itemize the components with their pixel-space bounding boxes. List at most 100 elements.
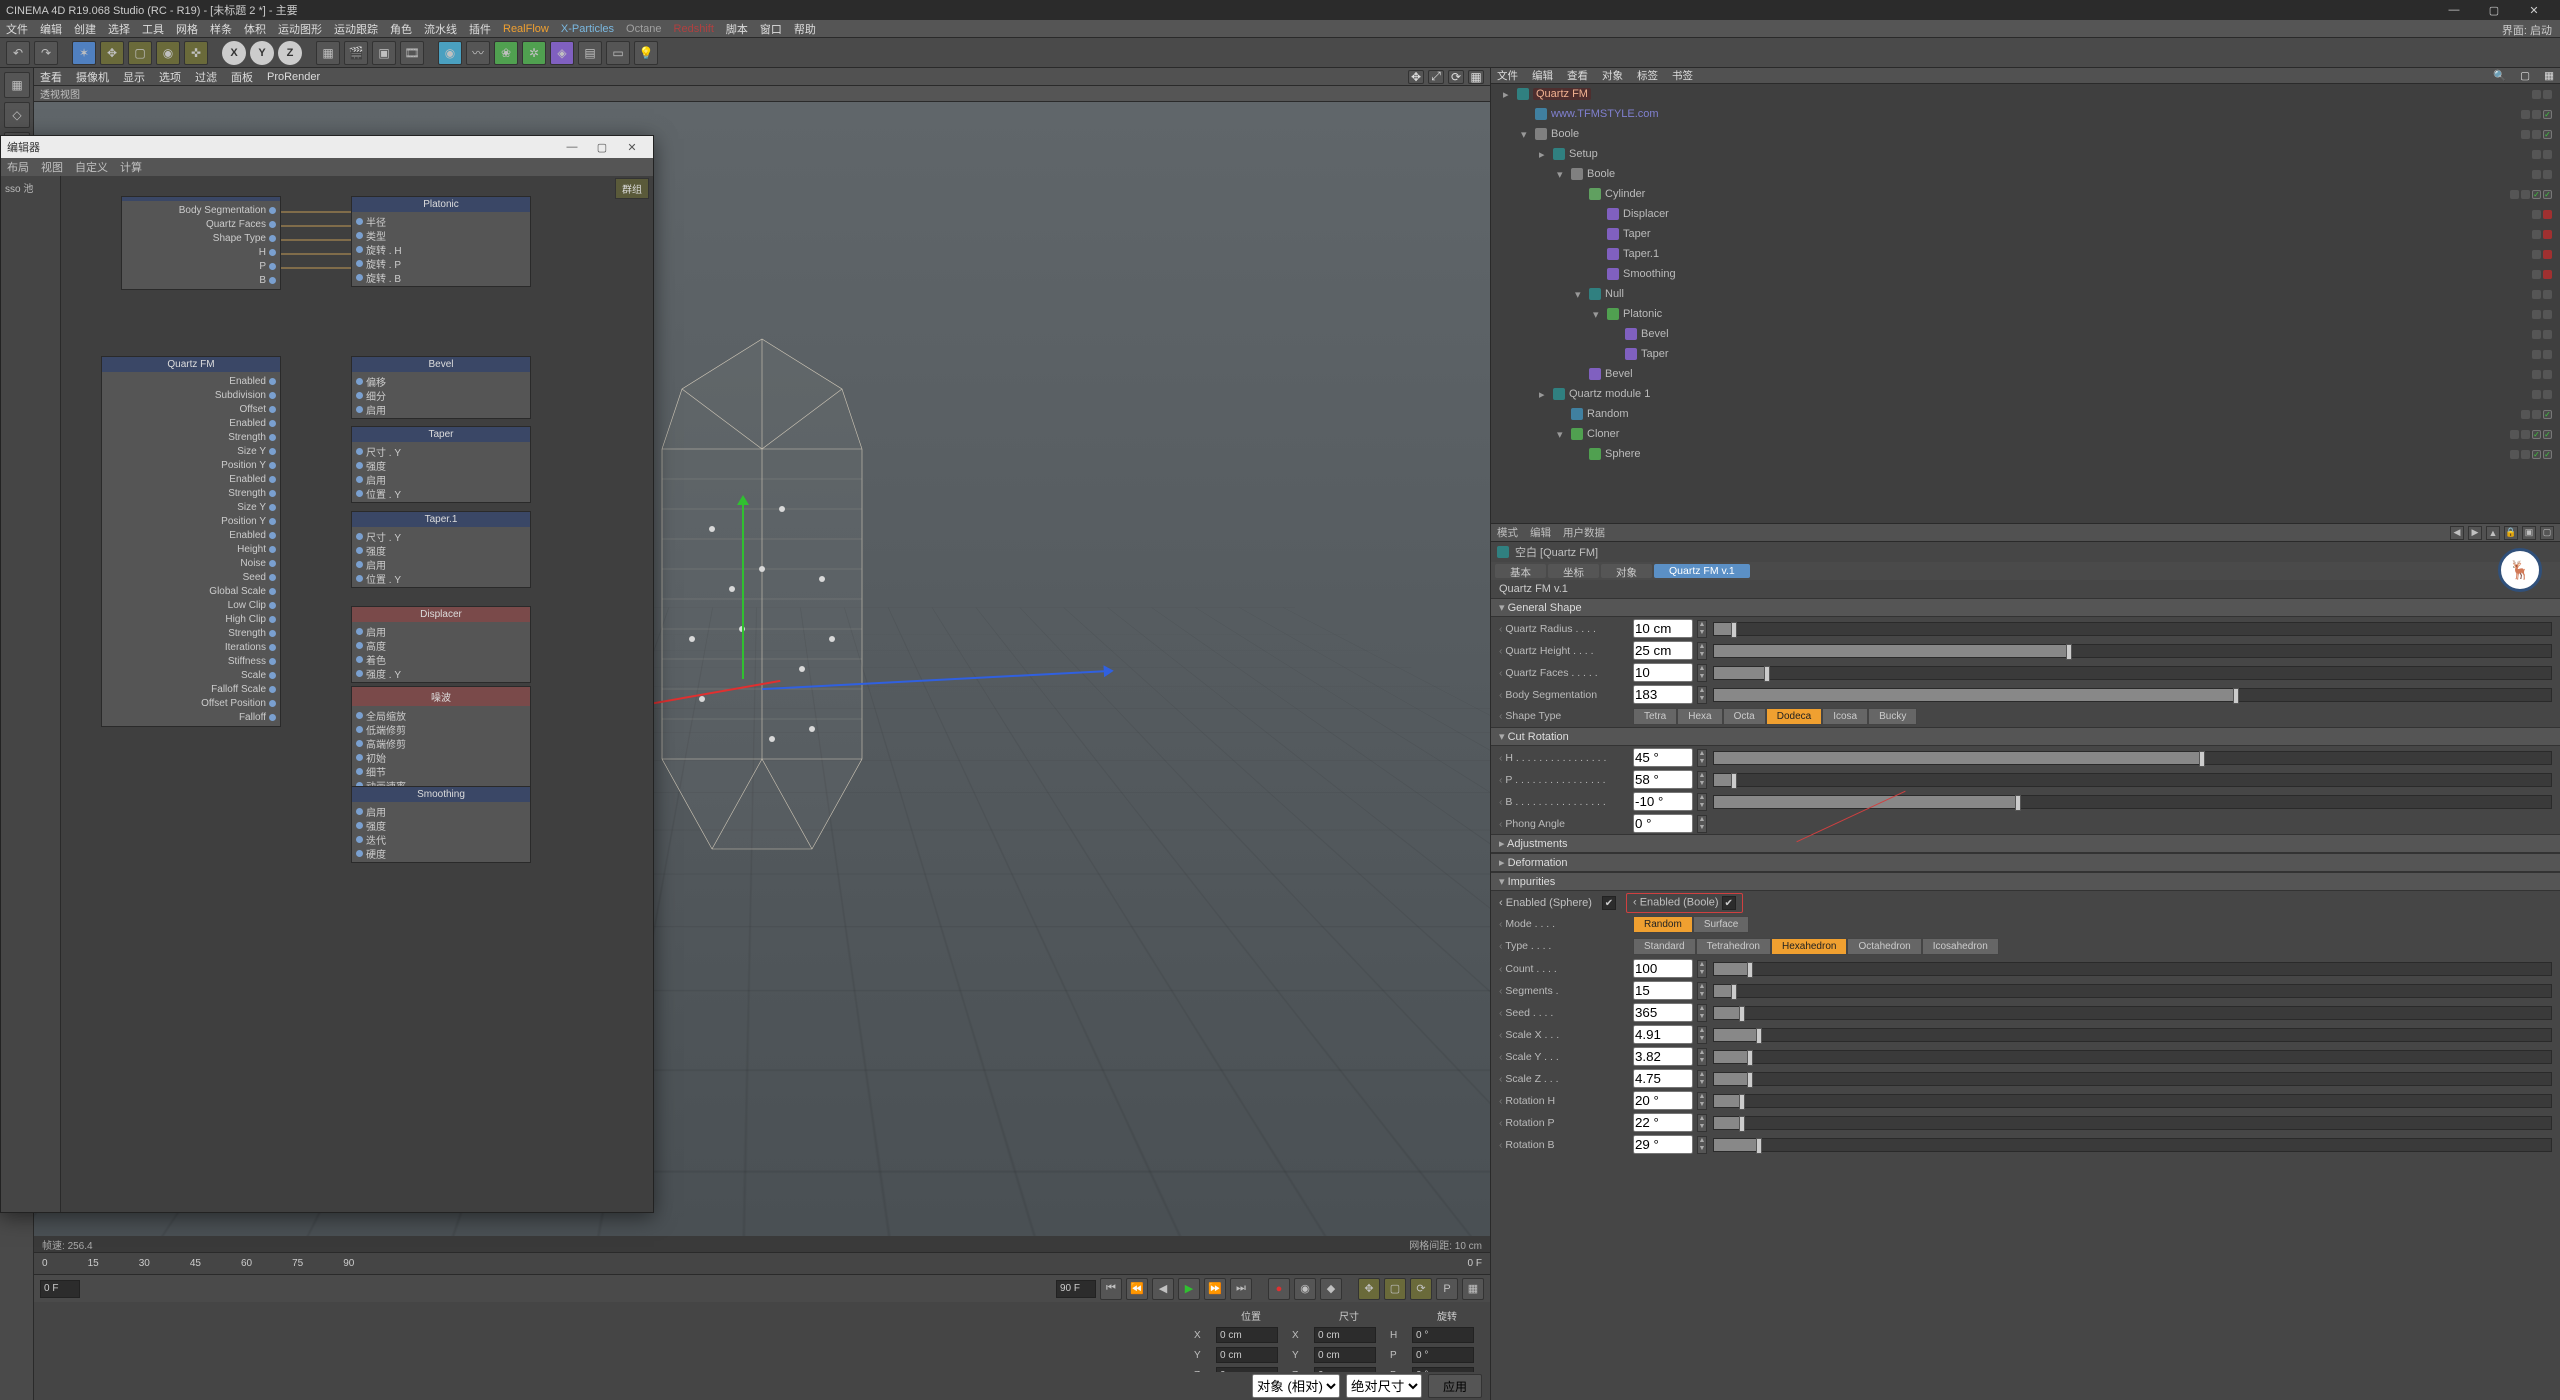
cut-h[interactable] xyxy=(1633,748,1693,767)
attr-fwd[interactable]: ▶ xyxy=(2468,526,2482,540)
attr-new[interactable]: ▣ xyxy=(2522,526,2536,540)
visibility-dot[interactable]: ✓ xyxy=(2532,450,2541,459)
visibility-dot[interactable] xyxy=(2510,430,2519,439)
object-name[interactable]: Random xyxy=(1587,408,1629,420)
keyframe-sel[interactable]: ◆ xyxy=(1320,1278,1342,1300)
make-editable[interactable]: ▦ xyxy=(4,72,30,98)
menu-script[interactable]: 脚本 xyxy=(726,21,748,37)
group-adjustments[interactable]: Adjustments xyxy=(1491,834,2560,853)
shape-bucky[interactable]: Bucky xyxy=(1868,708,1917,725)
tree-row[interactable]: Smoothing xyxy=(1491,264,2560,284)
visibility-dot[interactable] xyxy=(2532,410,2541,419)
scale-z[interactable] xyxy=(1633,1069,1693,1088)
menu-plugins[interactable]: 插件 xyxy=(469,21,491,37)
autokey[interactable]: ◉ xyxy=(1294,1278,1316,1300)
vp-view[interactable]: 查看 xyxy=(40,69,62,85)
group-cut[interactable]: Cut Rotation xyxy=(1491,727,2560,746)
object-name[interactable]: Quartz module 1 xyxy=(1569,388,1650,400)
move-tool[interactable]: ✥ xyxy=(100,41,124,65)
xp-close[interactable]: ✕ xyxy=(617,141,647,154)
add-generator2[interactable]: ✲ xyxy=(522,41,546,65)
render-pv[interactable]: 🎞 xyxy=(400,41,424,65)
menu-motrack[interactable]: 运动跟踪 xyxy=(334,21,378,37)
expand-toggle[interactable]: ▸ xyxy=(1539,388,1549,401)
visibility-dot[interactable] xyxy=(2510,190,2519,199)
window-minimize[interactable]: — xyxy=(2434,0,2474,20)
object-name[interactable]: Boole xyxy=(1587,168,1615,180)
tree-row[interactable]: Cylinder✓✓ xyxy=(1491,184,2560,204)
coord-system[interactable]: ▦ xyxy=(316,41,340,65)
type-standard[interactable]: Standard xyxy=(1633,938,1696,955)
expand-toggle[interactable]: ▸ xyxy=(1503,88,1513,101)
menu-file[interactable]: 文件 xyxy=(6,21,28,37)
visibility-dot[interactable] xyxy=(2510,450,2519,459)
size-x[interactable] xyxy=(1314,1327,1376,1343)
tree-row[interactable]: www.TFMSTYLE.com✓ xyxy=(1491,104,2560,124)
visibility-dot[interactable] xyxy=(2532,170,2541,179)
object-name[interactable]: Setup xyxy=(1569,148,1598,160)
menu-window[interactable]: 窗口 xyxy=(760,21,782,37)
menu-realflow[interactable]: RealFlow xyxy=(503,23,549,35)
visibility-dot[interactable] xyxy=(2543,170,2552,179)
menu-redshift[interactable]: Redshift xyxy=(674,23,714,35)
xpresso-node[interactable]: Bevel偏移细分启用 xyxy=(351,356,531,419)
visibility-dot[interactable]: ✓ xyxy=(2543,430,2552,439)
menu-volume[interactable]: 体积 xyxy=(244,21,266,37)
attr-lock[interactable]: 🔒 xyxy=(2504,526,2518,540)
visibility-dot[interactable] xyxy=(2521,450,2530,459)
tree-row[interactable]: ▾Null xyxy=(1491,284,2560,304)
live-select-tool[interactable]: ✶ xyxy=(72,41,96,65)
step-back[interactable]: ⏪ xyxy=(1126,1278,1148,1300)
tree-row[interactable]: Bevel xyxy=(1491,324,2560,344)
model-mode[interactable]: ◇ xyxy=(4,102,30,128)
visibility-dot[interactable]: ✓ xyxy=(2543,410,2552,419)
object-name[interactable]: Boole xyxy=(1551,128,1579,140)
vp-options[interactable]: 选项 xyxy=(159,69,181,85)
visibility-dot[interactable] xyxy=(2532,230,2541,239)
last-tool[interactable]: ✜ xyxy=(184,41,208,65)
add-environment[interactable]: ▤ xyxy=(578,41,602,65)
tree-row[interactable]: Bevel xyxy=(1491,364,2560,384)
goto-end[interactable]: ⏭ xyxy=(1230,1278,1252,1300)
visibility-dot[interactable] xyxy=(2543,330,2552,339)
expand-toggle[interactable]: ▸ xyxy=(1539,148,1549,161)
quartz-radius[interactable] xyxy=(1633,619,1693,638)
tree-row[interactable]: ▸ Quartz module 1 xyxy=(1491,384,2560,404)
attr-up[interactable]: ▲ xyxy=(2486,526,2500,540)
quartz-faces[interactable] xyxy=(1633,663,1693,682)
visibility-dot[interactable] xyxy=(2532,350,2541,359)
xpresso-window[interactable]: 编辑器 — ▢ ✕ 布局 视图 自定义 计算 sso 池 群组 Body Seg… xyxy=(0,135,654,1213)
type-octa[interactable]: Octahedron xyxy=(1847,938,1921,955)
object-name[interactable]: Cloner xyxy=(1587,428,1619,440)
step-fwd[interactable]: ⏩ xyxy=(1204,1278,1226,1300)
vp-nav-icon[interactable]: ✥ xyxy=(1408,70,1424,84)
vp-cameras[interactable]: 摄像机 xyxy=(76,69,109,85)
visibility-dot[interactable]: ✓ xyxy=(2543,130,2552,139)
menu-xparticles[interactable]: X-Particles xyxy=(561,23,614,35)
rotation-p[interactable] xyxy=(1633,1113,1693,1132)
visibility-dot[interactable]: ✓ xyxy=(2543,450,2552,459)
add-generator[interactable]: ❀ xyxy=(494,41,518,65)
expand-toggle[interactable]: ▾ xyxy=(1593,308,1603,321)
menu-tools[interactable]: 工具 xyxy=(142,21,164,37)
axis-y-arrow[interactable] xyxy=(742,499,744,679)
key-pos[interactable]: ✥ xyxy=(1358,1278,1380,1300)
tree-row[interactable]: ▸ Setup xyxy=(1491,144,2560,164)
visibility-dot[interactable]: ✓ xyxy=(2543,190,2552,199)
body-seg[interactable] xyxy=(1633,685,1693,704)
visibility-dot[interactable] xyxy=(2532,130,2541,139)
render-region[interactable]: ▣ xyxy=(372,41,396,65)
tree-row[interactable]: ▾Boole✓ xyxy=(1491,124,2560,144)
group-deformation[interactable]: Deformation xyxy=(1491,853,2560,872)
object-name[interactable]: Taper xyxy=(1641,348,1669,360)
visibility-dot[interactable] xyxy=(2543,210,2552,219)
object-tree[interactable]: ▸Quartz FMwww.TFMSTYLE.com✓▾Boole✓▸Setup… xyxy=(1491,84,2560,524)
shape-hexa[interactable]: Hexa xyxy=(1677,708,1722,725)
xp-group-header[interactable]: 群组 xyxy=(615,178,649,199)
xpresso-node[interactable]: Quartz FMEnabledSubdivisionOffsetEnabled… xyxy=(101,356,281,727)
vp-display[interactable]: 显示 xyxy=(123,69,145,85)
attr-max[interactable]: ▢ xyxy=(2540,526,2554,540)
type-hexa[interactable]: Hexahedron xyxy=(1771,938,1847,955)
visibility-dot[interactable] xyxy=(2532,150,2541,159)
cut-b[interactable] xyxy=(1633,792,1693,811)
